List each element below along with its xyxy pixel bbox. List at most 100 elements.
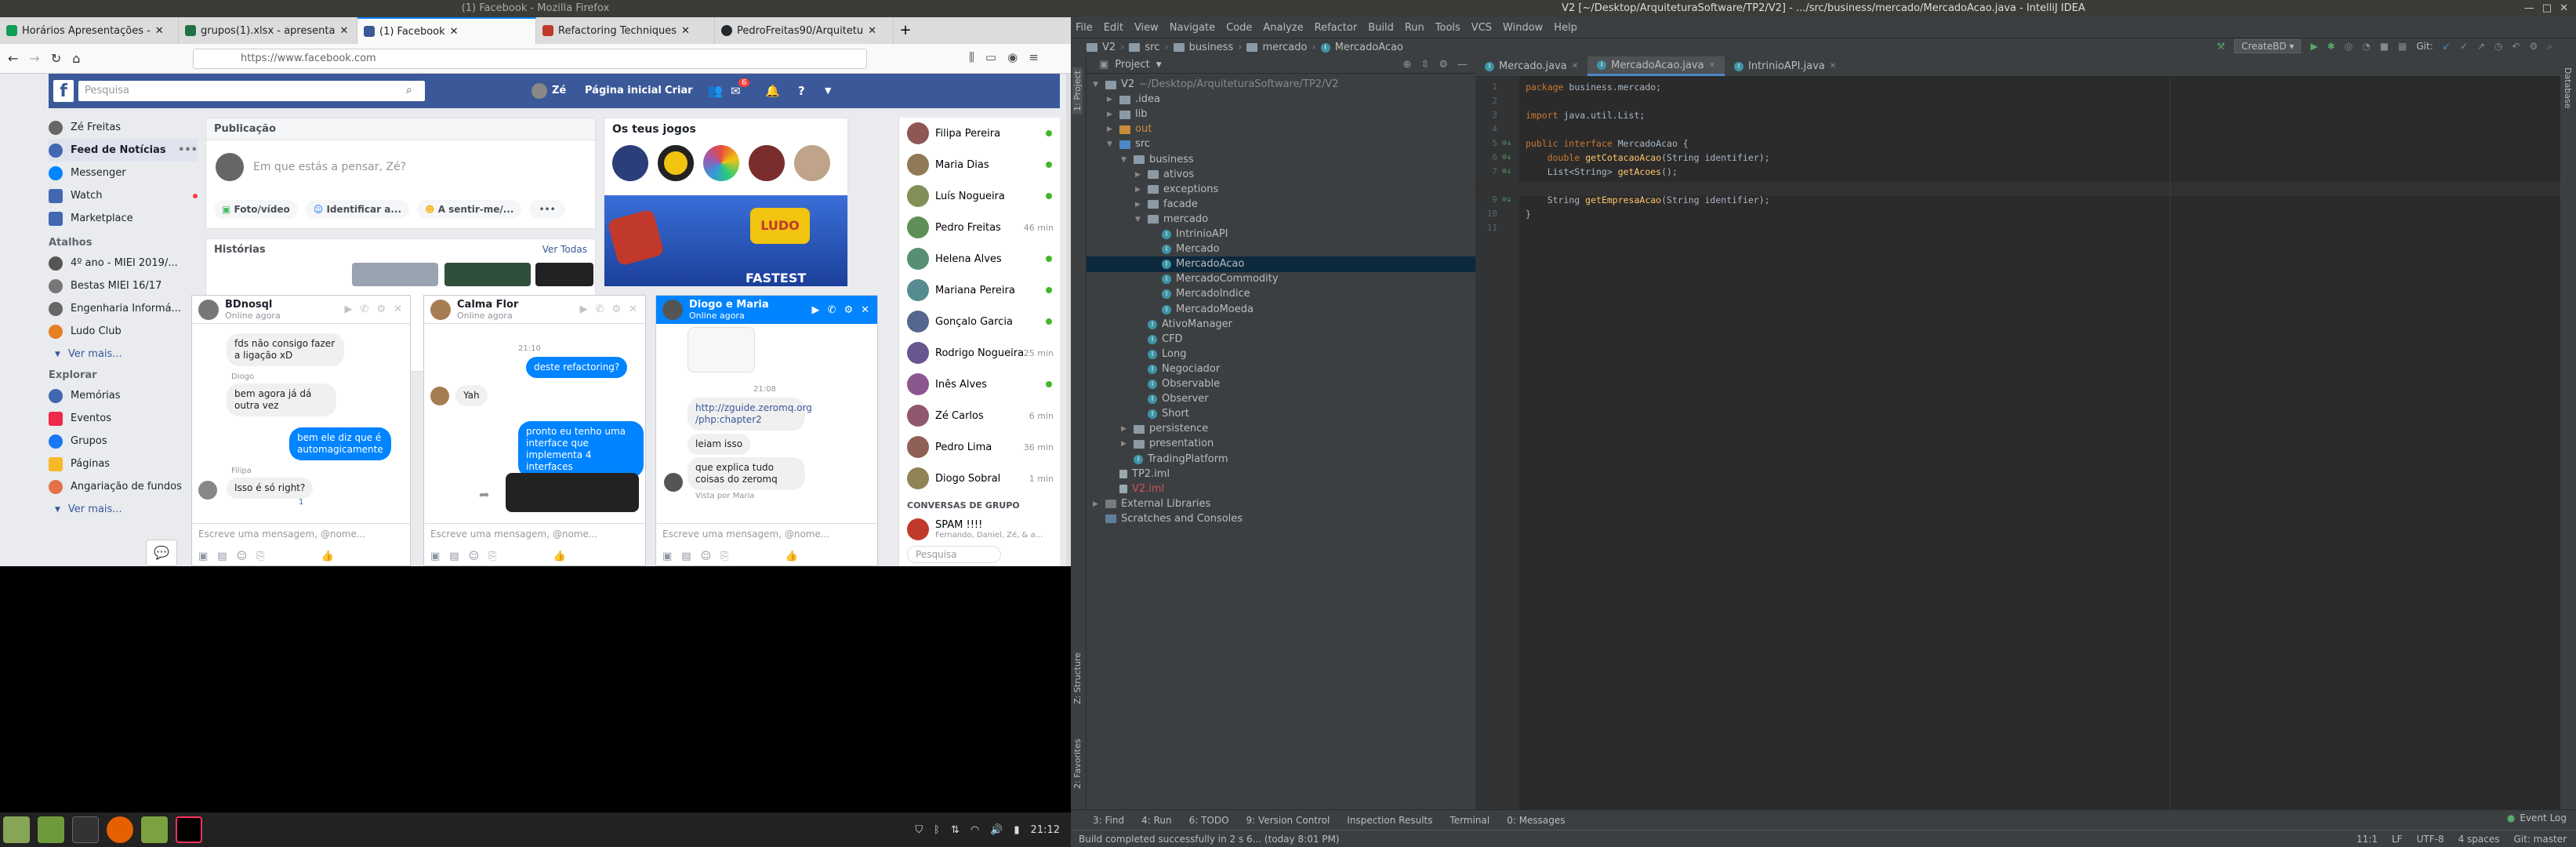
sticker-icon[interactable]: ☺ bbox=[469, 551, 480, 562]
contact-row[interactable]: Diogo Sobral 1 min bbox=[899, 463, 1060, 494]
browser-tab[interactable]: PedroFreitas90/Arquitetu ✕ bbox=[715, 17, 894, 44]
camera-icon[interactable]: ▣ bbox=[198, 551, 208, 562]
menu-navigate[interactable]: Navigate bbox=[1170, 22, 1215, 34]
gif-icon[interactable]: ▤ bbox=[217, 551, 227, 562]
database-tool-button[interactable]: Database bbox=[2563, 67, 2573, 109]
wifi-icon[interactable]: ◠ bbox=[971, 824, 979, 836]
chevron-right-icon[interactable]: ▶ bbox=[1135, 197, 1143, 213]
tree-item[interactable]: ▼ mercado bbox=[1087, 212, 1475, 227]
chevron-down-icon[interactable]: ▼ bbox=[1107, 136, 1115, 152]
url-bar[interactable]: https://www.facebook.com bbox=[193, 49, 867, 69]
status-item[interactable]: LF bbox=[2392, 831, 2403, 847]
chevron-right-icon[interactable]: ▶ bbox=[1093, 496, 1101, 512]
menu-edit[interactable]: Edit bbox=[1104, 22, 1123, 34]
project-structure-icon[interactable]: ▦ bbox=[2398, 41, 2407, 52]
chevron-right-icon[interactable]: ▶ bbox=[1107, 92, 1115, 107]
close-icon[interactable]: ✕ bbox=[2560, 2, 2568, 14]
camera-icon[interactable]: ▣ bbox=[430, 551, 440, 562]
gif-icon[interactable]: ▤ bbox=[449, 551, 459, 562]
chevron-down-icon[interactable]: ▼ bbox=[1121, 152, 1129, 168]
help-icon[interactable]: ? bbox=[798, 74, 805, 108]
hide-icon[interactable]: — bbox=[1457, 59, 1468, 71]
tool-window-button[interactable]: 6: TODO bbox=[1189, 815, 1229, 826]
menu-code[interactable]: Code bbox=[1226, 22, 1252, 34]
git-push-icon[interactable]: ↗ bbox=[2477, 41, 2485, 52]
tree-item[interactable]: ▼ src bbox=[1087, 136, 1475, 152]
tree-item[interactable]: I TradingPlatform bbox=[1087, 452, 1475, 467]
tool-window-button[interactable]: Inspection Results bbox=[1347, 815, 1432, 826]
game-icon[interactable] bbox=[794, 145, 830, 181]
git-history-icon[interactable]: ◷ bbox=[2494, 41, 2502, 52]
message-link[interactable]: http://zguide.zeromq.org /php:chapter2 bbox=[688, 398, 812, 431]
account-menu-icon[interactable]: ▼ bbox=[825, 74, 831, 108]
create-link[interactable]: Criar bbox=[665, 74, 693, 108]
contact-row[interactable]: Rodrigo Nogueira 25 min bbox=[899, 337, 1060, 369]
shortcut-item[interactable]: Engenharia Informá... bbox=[49, 297, 198, 320]
sticker-icon[interactable]: ☺ bbox=[701, 551, 712, 562]
close-icon[interactable]: ✕ bbox=[394, 304, 402, 315]
menu-file[interactable]: File bbox=[1076, 22, 1093, 34]
maximize-icon[interactable]: □ bbox=[2542, 2, 2552, 14]
network-icon[interactable]: ⇅ bbox=[951, 824, 960, 836]
coverage-icon[interactable]: ◎ bbox=[2345, 41, 2353, 52]
chat-title[interactable]: BDnosql bbox=[225, 299, 281, 311]
home-icon[interactable]: ⌂ bbox=[72, 51, 80, 66]
contact-row[interactable]: Pedro Lima 36 min bbox=[899, 431, 1060, 463]
feeling-button[interactable]: ☻ A sentir-me/... bbox=[417, 200, 522, 219]
contact-row[interactable]: Gonçalo Garcia bbox=[899, 306, 1060, 337]
favorites-tool-button[interactable]: 2: Favorites bbox=[1072, 739, 1083, 789]
chat-title[interactable]: Diogo e Maria bbox=[689, 299, 769, 311]
tree-item[interactable]: I Observer bbox=[1087, 391, 1475, 407]
sticker-icon[interactable]: ☺ bbox=[237, 551, 248, 562]
video-call-icon[interactable]: ▶ bbox=[812, 304, 820, 316]
home-link[interactable]: Página inicial bbox=[585, 74, 662, 108]
menu-tools[interactable]: Tools bbox=[1435, 22, 1460, 34]
tree-item[interactable]: ▼ V2 ~/Desktop/ArquiteturaSoftware/TP2/V2 bbox=[1087, 77, 1475, 93]
game-icon[interactable] bbox=[658, 145, 694, 181]
chevron-right-icon[interactable]: ▶ bbox=[1121, 436, 1129, 452]
tree-item[interactable]: I Mercado bbox=[1087, 242, 1475, 257]
breadcrumb-item[interactable]: business bbox=[1189, 42, 1234, 53]
library-icon[interactable]: ⫼ bbox=[969, 50, 974, 64]
tree-item[interactable]: ▶ persistence bbox=[1087, 421, 1475, 437]
breadcrumb-item[interactable]: mercado bbox=[1262, 42, 1307, 53]
chat-search-input[interactable]: Pesquisa bbox=[907, 546, 1001, 563]
tree-item[interactable]: ▶ External Libraries bbox=[1087, 496, 1475, 512]
show-desktop-icon[interactable] bbox=[38, 816, 64, 843]
tab-close-icon[interactable]: ✕ bbox=[1572, 62, 1578, 71]
call-icon[interactable]: ✆ bbox=[828, 304, 836, 316]
video-call-icon[interactable]: ▶ bbox=[580, 304, 588, 315]
contact-row[interactable]: Pedro Freitas 46 min bbox=[899, 212, 1060, 243]
image-attachment[interactable] bbox=[506, 473, 639, 512]
browser-tab-active[interactable]: (1) Facebook ✕ bbox=[357, 17, 536, 44]
contact-row[interactable]: Zé Carlos 6 min bbox=[899, 400, 1060, 431]
call-icon[interactable]: ✆ bbox=[596, 304, 604, 315]
attach-icon[interactable]: ⎘ bbox=[720, 551, 728, 562]
account-icon[interactable]: ◉ bbox=[1007, 50, 1018, 64]
event-log-button[interactable]: ● Event Log bbox=[2507, 812, 2567, 823]
story-thumbnail[interactable] bbox=[444, 263, 531, 286]
like-icon[interactable]: 👍 bbox=[321, 551, 334, 562]
tab-close-icon[interactable]: ✕ bbox=[681, 25, 690, 37]
tree-item[interactable]: I Long bbox=[1087, 347, 1475, 362]
see-all-link[interactable]: Ver Todas bbox=[542, 244, 587, 255]
minimize-icon[interactable]: — bbox=[2524, 2, 2534, 14]
tree-item[interactable]: I MercadoMoeda bbox=[1087, 302, 1475, 318]
tab-close-icon[interactable]: ✕ bbox=[1830, 62, 1836, 71]
mint-menu-icon[interactable] bbox=[3, 816, 30, 843]
explore-item[interactable]: Memórias bbox=[49, 384, 198, 407]
clock[interactable]: 21:12 bbox=[1031, 824, 1060, 836]
sidebar-item-messenger[interactable]: Messenger bbox=[49, 162, 198, 184]
camera-icon[interactable]: ▣ bbox=[662, 551, 672, 562]
collapse-icon[interactable]: ⇳ bbox=[1420, 59, 1429, 71]
tab-close-icon[interactable]: ✕ bbox=[450, 26, 459, 38]
like-icon[interactable]: 👍 bbox=[785, 551, 798, 562]
contact-row[interactable]: Luís Nogueira bbox=[899, 180, 1060, 212]
menu-view[interactable]: View bbox=[1134, 22, 1159, 34]
explore-item[interactable]: Páginas bbox=[49, 453, 198, 475]
game-icon[interactable] bbox=[749, 145, 785, 181]
shield-icon[interactable]: ⛉ bbox=[915, 824, 923, 836]
settings-icon[interactable]: ⚙ bbox=[2530, 41, 2538, 52]
search-icon[interactable]: ⌕ bbox=[2547, 41, 2552, 53]
attach-icon[interactable]: ⎘ bbox=[488, 551, 496, 562]
